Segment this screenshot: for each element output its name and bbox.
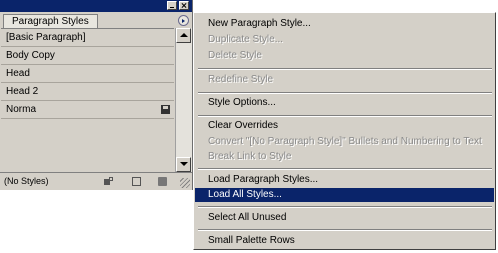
menu-separator [198, 168, 492, 170]
style-item-label: [Basic Paragraph] [6, 32, 86, 43]
menu-separator [198, 115, 492, 117]
menu-item-small-palette-rows[interactable]: Small Palette Rows [195, 234, 494, 248]
style-item-head-2[interactable]: Head 2 [1, 83, 174, 101]
panel-footer: (No Styles) [0, 172, 192, 190]
panel-menu-button[interactable] [178, 15, 189, 26]
scroll-up-icon[interactable] [176, 28, 191, 43]
paragraph-styles-panel: Paragraph Styles [Basic Paragraph] Body … [0, 0, 193, 190]
tab-paragraph-styles[interactable]: Paragraph Styles [3, 14, 98, 29]
style-item-label: Head 2 [6, 86, 39, 97]
menu-separator [198, 206, 492, 208]
menu-item-convert-bullets[interactable]: Convert "[No Paragraph Style]" Bullets a… [195, 135, 494, 149]
style-item-norma[interactable]: Norma [1, 101, 174, 119]
flyout-arrow-icon [182, 19, 185, 23]
menu-item-redefine-style[interactable]: Redefine Style [195, 73, 494, 87]
menu-separator [198, 229, 492, 231]
panel-flyout-menu: New Paragraph Style... Duplicate Style..… [193, 12, 496, 250]
resize-grip-icon[interactable] [180, 178, 190, 188]
disk-icon [161, 105, 170, 114]
menu-separator [198, 92, 492, 94]
footer-status-label: (No Styles) [4, 176, 49, 186]
menu-item-load-paragraph-styles[interactable]: Load Paragraph Styles... [195, 173, 494, 187]
style-item-label: Norma [6, 104, 37, 115]
style-item-basic-paragraph[interactable]: [Basic Paragraph] [1, 29, 174, 47]
style-item-head[interactable]: Head [1, 65, 174, 83]
style-list: [Basic Paragraph] Body Copy Head Head 2 … [1, 28, 174, 173]
menu-item-clear-overrides[interactable]: Clear Overrides [195, 119, 494, 133]
trash-icon[interactable] [158, 177, 167, 186]
style-item-label: Head [6, 68, 30, 79]
style-item-label: Body Copy [6, 50, 55, 61]
close-icon[interactable] [179, 1, 189, 10]
menu-item-style-options[interactable]: Style Options... [195, 96, 494, 110]
scroll-down-icon[interactable] [176, 157, 191, 172]
tab-row: Paragraph Styles [0, 12, 192, 29]
minimize-icon[interactable] [167, 1, 177, 10]
clear-overrides-icon[interactable] [104, 177, 113, 186]
menu-item-select-all-unused[interactable]: Select All Unused [195, 211, 494, 225]
style-list-scrollbar[interactable] [175, 28, 192, 172]
menu-item-break-link[interactable]: Break Link to Style [195, 150, 494, 164]
style-item-body-copy[interactable]: Body Copy [1, 47, 174, 65]
menu-item-delete-style[interactable]: Delete Style [195, 49, 494, 63]
menu-item-duplicate-style[interactable]: Duplicate Style... [195, 33, 494, 47]
new-style-icon[interactable] [132, 177, 141, 186]
menu-item-load-all-styles[interactable]: Load All Styles... [195, 188, 494, 202]
panel-titlebar[interactable] [0, 0, 192, 12]
menu-separator [198, 68, 492, 70]
menu-item-new-paragraph-style[interactable]: New Paragraph Style... [195, 17, 494, 31]
